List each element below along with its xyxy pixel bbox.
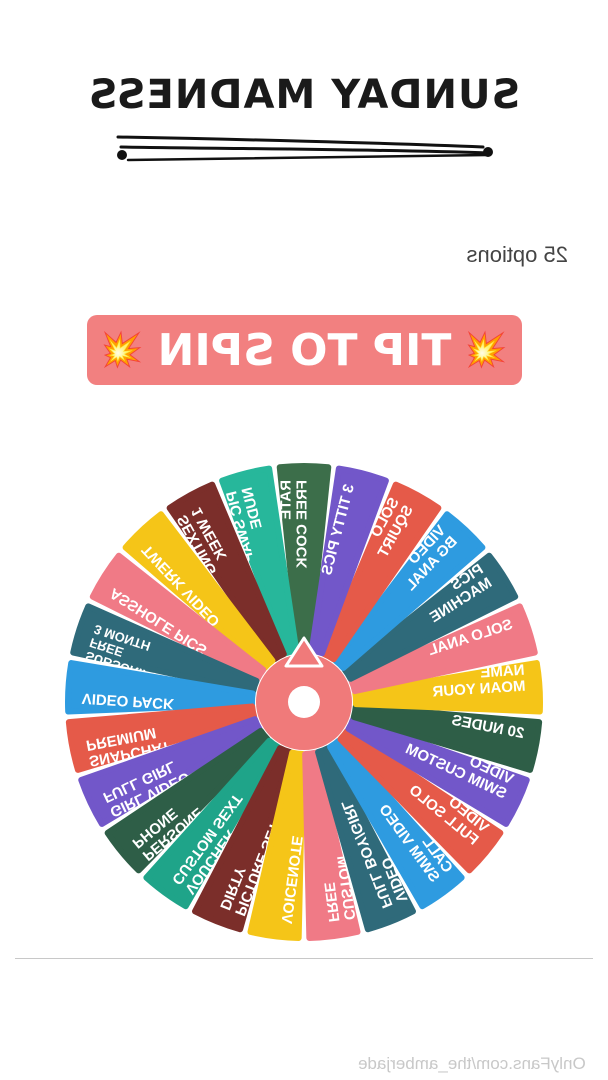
options-count: 25 options (466, 242, 568, 267)
wheel-hub-hole (288, 686, 320, 718)
prize-wheel[interactable]: FREE COCKRATENUDEPIC SWAP1 WEEKSEXTINGTW… (0, 440, 608, 950)
title-underline-scribble (116, 135, 493, 162)
page-title: SUNDAY MADNESS (87, 72, 521, 118)
tip-to-spin-label: TIP TO SPIN (157, 324, 452, 376)
tip-to-spin-button[interactable]: 💥 TIP TO SPIN 💥 (87, 315, 522, 385)
watermark: OnlyFans.com/the_amberjade (358, 1054, 586, 1073)
collision-icon: 💥 (465, 330, 508, 370)
wheel-segment-label: RATE (278, 480, 295, 520)
collision-icon: 💥 (101, 330, 144, 370)
wheel-segment-label: FREE COCK (294, 480, 311, 569)
divider (15, 958, 593, 959)
mirrored-screen: SUNDAY MADNESS 25 options 💥 TIP TO SPIN … (0, 0, 608, 1080)
